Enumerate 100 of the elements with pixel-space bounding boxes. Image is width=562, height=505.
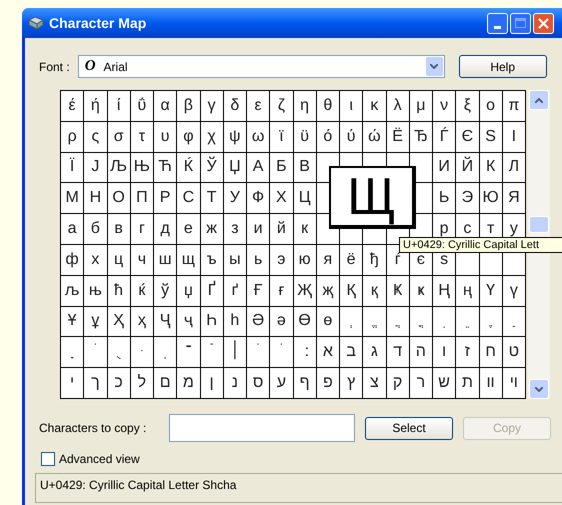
character-cell[interactable]: έ [61, 91, 84, 122]
character-cell[interactable]: һ [224, 306, 247, 338]
character-cell[interactable]: δ [224, 91, 247, 122]
character-cell[interactable]: Ф [247, 183, 270, 214]
character-cell[interactable]: ό [316, 122, 340, 153]
character-cell[interactable]: ғ [270, 276, 294, 307]
character-cell[interactable]: П [130, 183, 154, 214]
character-cell[interactable]: Ғ [247, 276, 270, 307]
character-cell[interactable]: в [108, 214, 131, 245]
character-cell[interactable]: Ю [480, 183, 503, 214]
character-cell[interactable]: А [247, 152, 270, 184]
character-cell[interactable]: ץ [340, 368, 364, 399]
character-cell[interactable]: כ [108, 368, 131, 399]
character-cell[interactable]: θ [316, 91, 340, 122]
character-cell[interactable]: ׀ [224, 337, 247, 368]
character-cell[interactable]: ф [61, 244, 84, 276]
character-cell[interactable]: Б [270, 152, 294, 184]
character-cell[interactable]: κ [363, 91, 386, 122]
character-cell[interactable]: Ђ [410, 122, 433, 153]
character-cell[interactable]: б [84, 214, 108, 245]
character-cell[interactable]: И [433, 152, 456, 184]
character-cell[interactable]: ґ [224, 276, 247, 307]
character-cell[interactable]: ֿ [200, 337, 224, 368]
character-cell[interactable]: ו [433, 337, 456, 368]
character-cell[interactable]: נ [224, 368, 247, 399]
character-cell[interactable]: ׂ [270, 337, 294, 368]
character-cell[interactable]: ϋ [294, 122, 317, 153]
character-cell[interactable]: е [177, 214, 200, 245]
character-cell[interactable]: פ [316, 368, 340, 399]
character-cell[interactable]: י [61, 368, 84, 399]
character-cell[interactable]: д [154, 214, 178, 245]
character-cell[interactable]: ש [433, 368, 456, 399]
character-cell[interactable]: ϊ [270, 122, 294, 153]
character-cell[interactable]: Ї [61, 152, 84, 184]
scroll-down-button[interactable] [529, 379, 549, 399]
character-cell[interactable]: ь [247, 244, 270, 276]
character-cell[interactable]: љ [61, 276, 84, 307]
character-cell[interactable]: ρ [61, 122, 84, 153]
character-cell[interactable]: ק [386, 368, 410, 399]
character-cell[interactable]: ֹ [84, 337, 108, 368]
character-cell[interactable]: Э [456, 183, 480, 214]
character-cell[interactable]: ֳ [410, 306, 433, 338]
character-cell[interactable]: ΰ [130, 91, 154, 122]
character-cell[interactable]: λ [386, 91, 410, 122]
character-cell[interactable]: ֲ [386, 306, 410, 338]
character-cell[interactable]: Ў [200, 152, 224, 184]
character-cell[interactable]: ר [410, 368, 433, 399]
character-cell[interactable]: Я [502, 183, 526, 214]
character-cell[interactable]: х [84, 244, 108, 276]
character-cell[interactable]: Х [270, 183, 294, 214]
close-button[interactable] [533, 12, 554, 34]
character-cell[interactable]: ט [502, 337, 526, 368]
scroll-thumb[interactable] [529, 216, 549, 233]
character-cell[interactable]: ί [108, 91, 131, 122]
select-button[interactable]: Select [365, 416, 453, 440]
character-cell[interactable]: ל [130, 368, 154, 399]
character-cell[interactable]: Є [456, 122, 480, 153]
character-cell[interactable]: צ [363, 368, 386, 399]
character-cell[interactable]: װ [480, 368, 503, 399]
character-cell[interactable]: Ҝ [386, 276, 410, 307]
character-cell[interactable]: ׁ [247, 337, 270, 368]
character-cell[interactable]: ҳ [130, 306, 154, 338]
character-cell[interactable]: ё [340, 244, 364, 276]
dropdown-arrow-button[interactable] [426, 57, 443, 76]
character-cell[interactable]: Ћ [154, 152, 178, 184]
character-cell[interactable]: ֱ [363, 306, 386, 338]
character-cell[interactable]: ס [247, 368, 270, 399]
maximize-button[interactable] [510, 12, 531, 34]
character-cell[interactable]: ш [154, 244, 178, 276]
character-cell[interactable]: χ [200, 122, 224, 153]
character-cell[interactable]: ג [363, 337, 386, 368]
character-cell[interactable]: ν [433, 91, 456, 122]
character-cell[interactable]: Н [84, 183, 108, 214]
character-cell[interactable]: ה [410, 337, 433, 368]
character-cell[interactable]: и [247, 214, 270, 245]
advanced-view-checkbox[interactable] [41, 452, 55, 466]
character-cell[interactable]: Ѓ [433, 122, 456, 153]
character-cell[interactable]: џ [177, 276, 200, 307]
character-cell[interactable]: Ѕ [480, 122, 503, 153]
character-cell[interactable]: њ [84, 276, 108, 307]
character-cell[interactable]: ψ [224, 122, 247, 153]
character-cell[interactable]: א [316, 337, 340, 368]
character-cell[interactable]: Ґ [200, 276, 224, 307]
character-cell[interactable]: η [294, 91, 317, 122]
character-cell[interactable]: ҝ [410, 276, 433, 307]
character-cell[interactable]: ן [200, 368, 224, 399]
character-cell[interactable]: Ц [294, 183, 317, 214]
character-cell[interactable]: О [108, 183, 131, 214]
character-cell[interactable]: ַ [502, 306, 526, 338]
character-cell[interactable]: Ү [480, 276, 503, 307]
character-cell[interactable]: ִ [433, 306, 456, 338]
character-cell[interactable]: У [224, 183, 247, 214]
character-cell[interactable]: Ё [386, 122, 410, 153]
character-cell[interactable]: Ҷ [154, 306, 178, 338]
character-cell[interactable]: ή [84, 91, 108, 122]
character-cell[interactable]: γ [200, 91, 224, 122]
character-cell[interactable]: я [316, 244, 340, 276]
character-cell[interactable]: ך [84, 368, 108, 399]
character-cell[interactable]: Ө [294, 306, 317, 338]
character-cell[interactable]: ү [502, 276, 526, 307]
